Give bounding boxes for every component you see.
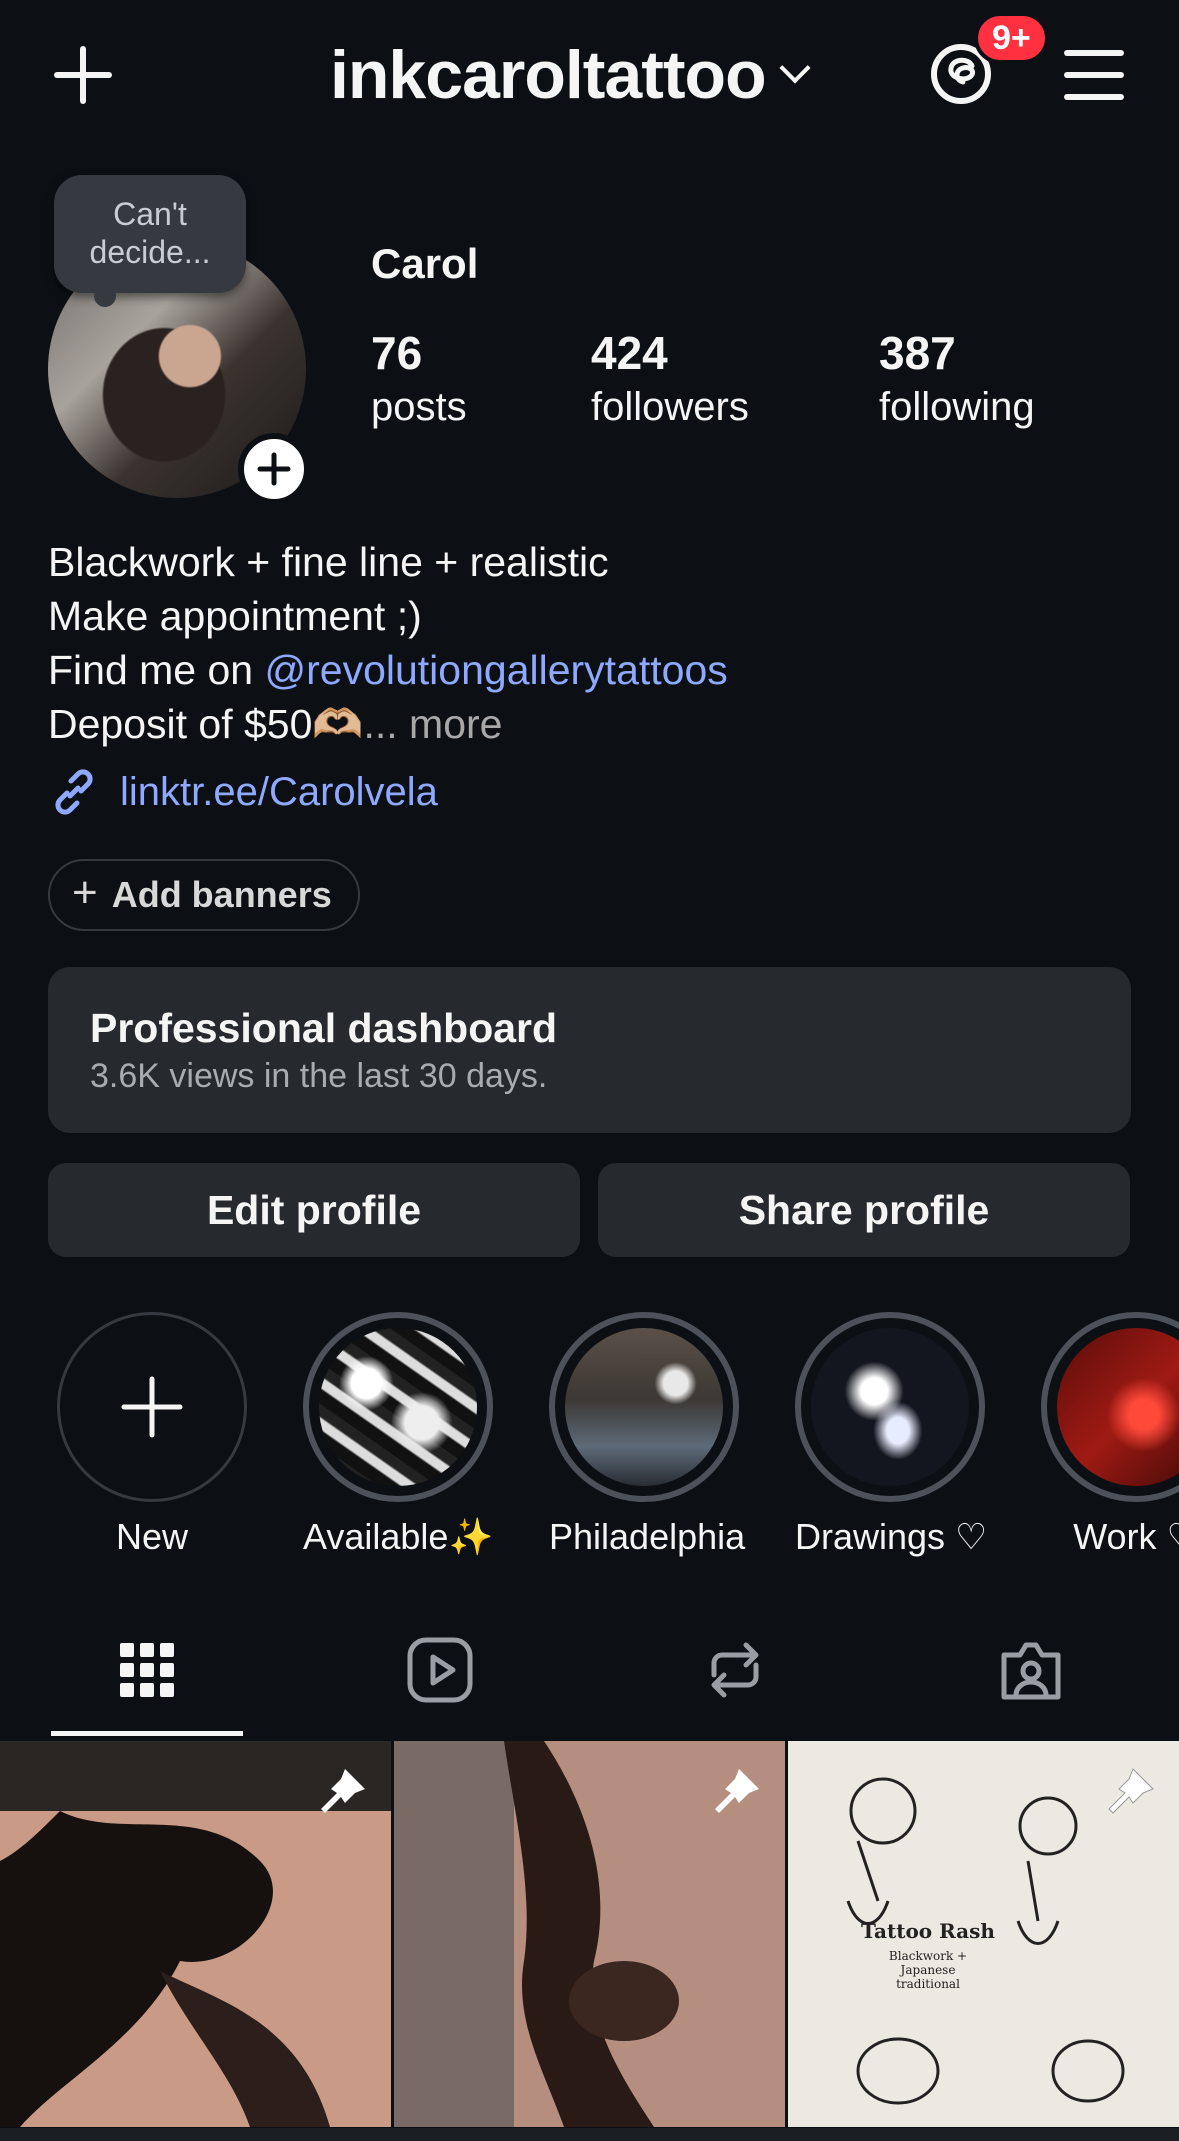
highlight-label: Available✨ — [303, 1516, 494, 1557]
posts-label: posts — [371, 385, 467, 429]
link-icon — [55, 769, 93, 815]
posts-count[interactable]: 76 posts — [371, 325, 467, 433]
posts-value: 76 — [371, 327, 423, 379]
more-link[interactable]: more — [409, 701, 502, 747]
bio-line: Make appointment ;) — [48, 593, 422, 639]
plus-icon — [121, 1376, 183, 1438]
add-banners-button[interactable]: + Add banners — [48, 859, 360, 931]
following-count[interactable]: 387 following — [879, 325, 1035, 433]
bio-line: Blackwork + fine line + realistic — [48, 539, 609, 585]
reposts-icon[interactable] — [700, 1635, 770, 1705]
display-name: Carol — [371, 240, 479, 287]
share-profile-button[interactable]: Share profile — [598, 1163, 1130, 1257]
account-switcher[interactable]: inkcaroltattoo — [330, 35, 811, 115]
highlight-label: Drawings ♡ — [795, 1516, 988, 1557]
followers-label: followers — [591, 385, 749, 429]
highlight-new[interactable]: New — [57, 1312, 247, 1558]
caption-line: traditional — [896, 1977, 960, 1991]
caption-line: Blackwork + — [888, 1949, 968, 1963]
grid-icon[interactable] — [112, 1635, 182, 1705]
post-tile[interactable] — [0, 1741, 391, 2127]
post-tile[interactable] — [394, 1741, 785, 2127]
pin-icon — [715, 1769, 759, 1813]
edit-profile-button[interactable]: Edit profile — [48, 1163, 580, 1257]
username: inkcaroltattoo — [330, 37, 767, 113]
notification-badge: 9+ — [974, 12, 1049, 64]
highlight-cover — [319, 1328, 477, 1486]
flash-sheet-caption: Tattoo Rash Blackwork + Japanese traditi… — [788, 1919, 1068, 1991]
reels-icon[interactable] — [405, 1635, 475, 1705]
highlight-label: New — [115, 1516, 189, 1557]
caption-line: Japanese — [900, 1963, 956, 1977]
highlight-cover — [811, 1328, 969, 1486]
following-label: following — [879, 385, 1035, 429]
highlight-label: Work ♡ — [1073, 1516, 1179, 1557]
caption-title: Tattoo Rash — [861, 1919, 995, 1943]
dashboard-subtitle: 3.6K views in the last 30 days. — [90, 1057, 548, 1095]
bio-line: Find me on @revolutiongallerytattoos — [48, 643, 1148, 697]
highlight-label: Philadelphia — [549, 1516, 746, 1557]
new-highlight-ring — [57, 1312, 247, 1502]
active-tab-indicator — [51, 1731, 243, 1736]
pin-icon — [1108, 1768, 1154, 1814]
mention-link[interactable]: @revolutiongallerytattoos — [265, 647, 728, 693]
create-post-icon[interactable] — [50, 42, 116, 108]
bio-line: Deposit of $50🫶🏼... more — [48, 697, 1148, 751]
note-bubble[interactable]: Can't decide... — [54, 175, 246, 307]
followers-count[interactable]: 424 followers — [591, 325, 749, 433]
highlight-available[interactable]: Available✨ — [303, 1312, 493, 1558]
tagged-icon[interactable] — [996, 1635, 1066, 1705]
professional-dashboard[interactable]: Professional dashboard 3.6K views in the… — [48, 967, 1131, 1133]
chevron-down-icon — [779, 52, 811, 84]
highlight-cover — [1057, 1328, 1179, 1486]
following-value: 387 — [879, 327, 956, 379]
bio-text: Find me on — [48, 647, 265, 693]
home-indicator-area — [0, 2128, 1179, 2141]
profile-link-text: linktr.ee/Carolvela — [120, 769, 438, 814]
bio-ellipsis: ... — [363, 701, 398, 747]
menu-icon[interactable] — [1064, 50, 1124, 100]
add-story-icon[interactable] — [238, 433, 310, 505]
highlight-philadelphia[interactable]: Philadelphia — [549, 1312, 746, 1558]
add-banners-label: Add banners — [111, 874, 332, 915]
plus-icon: + — [72, 868, 98, 917]
bio-text: Deposit of $50🫶🏼 — [48, 701, 364, 747]
post-tile[interactable]: Tattoo Rash Blackwork + Japanese traditi… — [788, 1741, 1179, 2127]
highlight-cover — [565, 1328, 723, 1486]
bio: Blackwork + fine line + realistic Make a… — [48, 535, 1148, 751]
followers-value: 424 — [591, 327, 668, 379]
highlight-drawings[interactable]: Drawings ♡ — [795, 1312, 988, 1558]
highlight-work[interactable]: Work ♡ — [1041, 1312, 1179, 1558]
dashboard-title: Professional dashboard — [90, 1005, 558, 1051]
profile-link[interactable]: linktr.ee/Carolvela — [48, 765, 438, 819]
pin-icon — [321, 1769, 365, 1813]
